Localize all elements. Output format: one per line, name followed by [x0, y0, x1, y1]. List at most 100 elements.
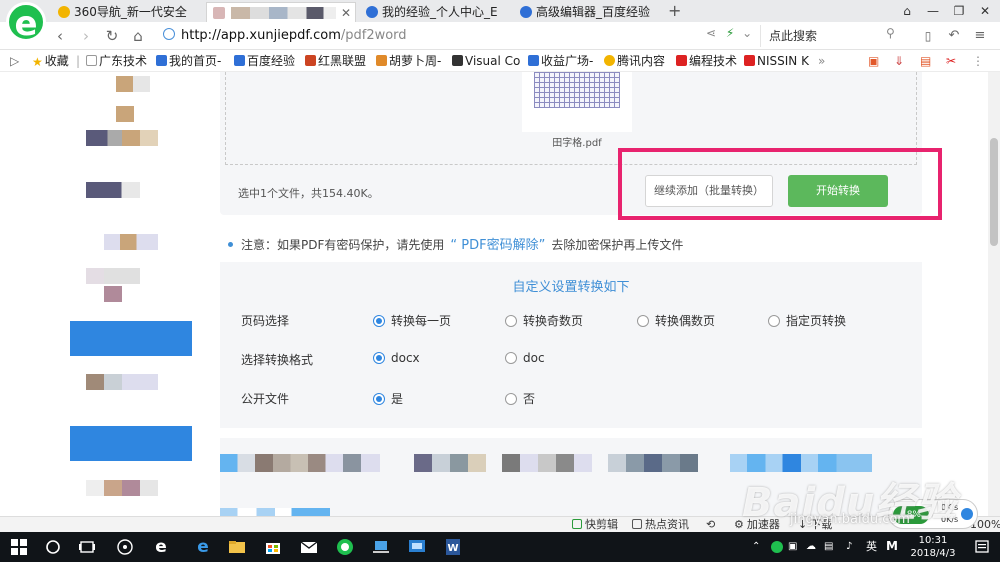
- close-window-icon[interactable]: ✕: [972, 0, 998, 22]
- home-icon[interactable]: ⌂: [128, 26, 148, 46]
- back-icon[interactable]: ‹: [50, 26, 70, 46]
- bookmark-item[interactable]: 百度经验: [234, 50, 295, 72]
- task-view-icon[interactable]: [78, 538, 96, 556]
- chevron-down-icon[interactable]: ⌄: [742, 26, 752, 40]
- radio-icon[interactable]: [505, 315, 517, 327]
- translate-icon[interactable]: ▤: [920, 50, 931, 72]
- bookmark-item[interactable]: 腾讯内容: [604, 50, 665, 72]
- bookmark-item[interactable]: Visual Co: [452, 50, 520, 72]
- option-even-pages[interactable]: 转换偶数页: [637, 312, 715, 329]
- bookmark-label: Visual Co: [465, 54, 521, 68]
- phone-icon[interactable]: ▯: [918, 26, 938, 46]
- site-globe-icon: [163, 28, 175, 40]
- notification-center-icon[interactable]: [974, 539, 990, 555]
- skin-icon[interactable]: ⌂: [894, 0, 920, 22]
- blurred-sidebar-item: [86, 182, 140, 198]
- bookmark-overflow-icon[interactable]: »: [818, 50, 825, 72]
- clock-date[interactable]: 2018/4/3: [904, 548, 962, 560]
- download-ext-icon[interactable]: ⇓: [894, 50, 904, 72]
- bookmark-expand-icon[interactable]: ▷: [10, 50, 19, 72]
- bookmark-favorites[interactable]: ★ 收藏: [32, 50, 69, 72]
- speed-mode-icon[interactable]: ⚡: [726, 26, 734, 40]
- bookmark-item[interactable]: 广东技术: [86, 50, 147, 72]
- sidebar-item-active[interactable]: [70, 321, 192, 356]
- address-bar[interactable]: http://app.xunjiepdf.com/pdf2word: [163, 25, 753, 47]
- extension-icon[interactable]: ▣: [868, 50, 879, 72]
- bookmark-item[interactable]: 胡萝卜周-: [376, 50, 441, 72]
- 360-browser-logo-icon[interactable]: e: [6, 2, 46, 43]
- menu-icon[interactable]: ≡: [970, 26, 990, 46]
- restore-icon[interactable]: ❐: [946, 0, 972, 22]
- scrollbar-thumb[interactable]: [990, 138, 998, 246]
- bookmark-item[interactable]: 我的首页-: [156, 50, 221, 72]
- option-label: 转换奇数页: [523, 314, 584, 328]
- tray-chevron-icon[interactable]: ⌃: [752, 541, 760, 553]
- bookmark-item[interactable]: 编程技术: [676, 50, 737, 72]
- tray-cloud-icon[interactable]: ☁: [806, 541, 816, 553]
- store-icon[interactable]: [264, 538, 282, 556]
- search-icon[interactable]: ⚲: [886, 26, 902, 42]
- baidu-paw-icon: [234, 55, 245, 66]
- tab-my-experience[interactable]: 我的经验_个人中心_E: [360, 2, 510, 22]
- bookmark-item[interactable]: NISSIN K: [744, 50, 809, 72]
- remote-app-icon[interactable]: [408, 538, 426, 556]
- new-tab-icon[interactable]: +: [668, 0, 681, 22]
- option-specific-pages[interactable]: 指定页转换: [768, 312, 846, 329]
- ime-indicator[interactable]: 英: [866, 541, 877, 553]
- page-scrollbar[interactable]: [988, 72, 1000, 516]
- bookmark-item[interactable]: 红黑联盟: [305, 50, 366, 72]
- scissors-icon[interactable]: ✂: [946, 50, 956, 72]
- undo-icon[interactable]: ↶: [944, 26, 964, 46]
- ie-icon[interactable]: e: [152, 538, 170, 556]
- pdf-unlock-link[interactable]: “ PDF密码解除”: [450, 238, 545, 253]
- clip-icon: [572, 519, 582, 529]
- bookmark-divider: |: [76, 54, 81, 68]
- ime-mode-icon[interactable]: M: [886, 540, 898, 552]
- radio-icon[interactable]: [768, 315, 780, 327]
- clock-time[interactable]: 10:31: [904, 535, 962, 547]
- 360-browser-taskbar-icon[interactable]: [336, 538, 354, 556]
- blurred-content: [220, 508, 330, 516]
- radio-icon[interactable]: [637, 315, 649, 327]
- refresh-icon[interactable]: ↻: [102, 26, 122, 46]
- laptop-app-icon[interactable]: [372, 538, 390, 556]
- radio-selected-icon[interactable]: [373, 352, 385, 364]
- forward-icon[interactable]: ›: [76, 26, 96, 46]
- tab-advanced-editor[interactable]: 高级编辑器_百度经验: [514, 2, 664, 22]
- search-circle-icon[interactable]: [44, 538, 62, 556]
- minimize-icon[interactable]: —: [920, 0, 946, 22]
- hot-news-item[interactable]: 热点资讯: [632, 517, 689, 533]
- share-icon[interactable]: ⋖: [706, 26, 716, 40]
- tab-active[interactable]: ✕: [206, 2, 356, 22]
- file-explorer-icon[interactable]: [228, 538, 246, 556]
- windows-start-icon[interactable]: [10, 538, 28, 556]
- radio-icon[interactable]: [505, 352, 517, 364]
- option-odd-pages[interactable]: 转换奇数页: [505, 312, 583, 329]
- sidebar-item-highlight[interactable]: [70, 426, 192, 461]
- word-icon[interactable]: W: [444, 538, 462, 556]
- file-thumbnail[interactable]: 田字格.pdf: [522, 72, 632, 149]
- fan-app-icon[interactable]: [116, 538, 134, 556]
- bookmark-item[interactable]: 收益广场-: [528, 50, 593, 72]
- edge-icon[interactable]: e: [194, 538, 212, 556]
- radio-selected-icon[interactable]: [373, 393, 385, 405]
- option-public-no[interactable]: 否: [505, 390, 535, 407]
- history-icon[interactable]: ⟲: [706, 517, 715, 533]
- quick-clip-item[interactable]: 快剪辑: [572, 517, 618, 533]
- mail-icon[interactable]: [300, 538, 318, 556]
- option-public-yes[interactable]: 是: [373, 390, 403, 407]
- radio-selected-icon[interactable]: [373, 315, 385, 327]
- volume-icon[interactable]: ♪: [846, 541, 852, 553]
- option-doc[interactable]: doc: [505, 351, 545, 365]
- tray-network-icon[interactable]: ▤: [824, 541, 833, 553]
- radio-icon[interactable]: [505, 393, 517, 405]
- url-domain: http://app.xunjiepdf.com: [181, 28, 341, 43]
- navigation-bar: ‹ › ↻ ⌂ http://app.xunjiepdf.com/pdf2wor…: [0, 22, 1000, 50]
- tray-360-icon[interactable]: [770, 540, 784, 554]
- option-docx[interactable]: docx: [373, 351, 420, 365]
- tab-360-nav[interactable]: 360导航_新一代安全: [52, 2, 202, 22]
- close-tab-icon[interactable]: ✕: [341, 3, 351, 22]
- more-icon[interactable]: ⋮: [972, 50, 984, 72]
- option-all-pages[interactable]: 转换每一页: [373, 312, 451, 329]
- tray-app-icon[interactable]: ▣: [788, 541, 797, 553]
